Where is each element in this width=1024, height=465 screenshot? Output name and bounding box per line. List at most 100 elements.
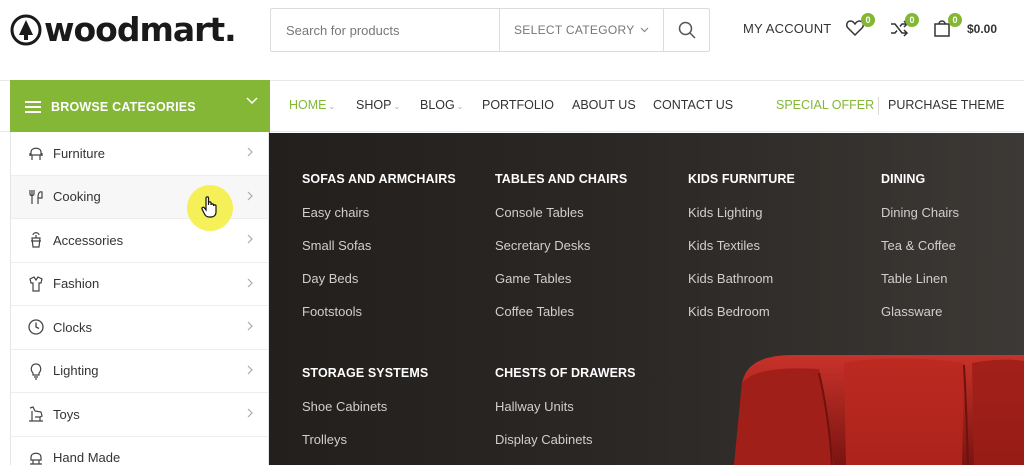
mega-link[interactable]: Trolleys — [302, 433, 428, 446]
search-bar: SELECT CATEGORY — [270, 8, 710, 52]
search-input[interactable] — [271, 9, 499, 51]
category-label: Accessories — [53, 232, 124, 248]
nav-item-label: SHOP — [356, 98, 392, 112]
clock-icon — [28, 319, 44, 335]
category-item-lighting[interactable]: Lighting — [11, 350, 268, 393]
chevron-down-icon: ⌄ — [328, 102, 336, 111]
nav-item-shop[interactable]: SHOP ⌄ — [356, 98, 400, 112]
chair-icon — [29, 147, 43, 161]
nav-item-about-us[interactable]: ABOUT US — [572, 98, 636, 112]
my-account-link[interactable]: MY ACCOUNT — [743, 21, 831, 36]
mega-column-sofas: SOFAS AND ARMCHAIRS Easy chairs Small So… — [302, 172, 456, 318]
mega-link[interactable]: Kids Textiles — [688, 239, 795, 252]
nav-item-label: CONTACT US — [653, 98, 734, 112]
tree-logo-icon — [10, 14, 42, 46]
site-header: woodmart. SELECT CATEGORY MY ACCOUNT 0 0… — [0, 0, 1024, 80]
mega-link[interactable]: Table Linen — [881, 272, 959, 285]
mega-column-title[interactable]: SOFAS AND ARMCHAIRS — [302, 172, 456, 186]
cooking-icon — [29, 189, 43, 204]
mega-link[interactable]: Display Cabinets — [495, 433, 636, 446]
category-item-accessories[interactable]: Accessories — [11, 219, 268, 263]
chevron-down-icon: ⌄ — [456, 102, 464, 111]
fashion-icon — [29, 275, 43, 292]
browse-categories-button[interactable]: BROWSE CATEGORIES — [10, 80, 270, 133]
brand-name: woodmart. — [44, 10, 237, 49]
mega-link[interactable]: Coffee Tables — [495, 305, 627, 318]
nav-item-home[interactable]: HOME ⌄ — [289, 98, 335, 112]
search-icon — [678, 21, 696, 39]
purchase-theme-link[interactable]: PURCHASE THEME — [888, 98, 1004, 112]
mega-link[interactable]: Tea & Coffee — [881, 239, 959, 252]
category-item-hand-made[interactable]: Hand Made — [11, 437, 268, 465]
mega-column-title[interactable]: TABLES AND CHAIRS — [495, 172, 627, 186]
nav-item-portfolio[interactable]: PORTFOLIO — [482, 98, 554, 112]
category-item-toys[interactable]: Toys — [11, 393, 268, 437]
mega-link[interactable]: Easy chairs — [302, 206, 456, 219]
mega-link[interactable]: Console Tables — [495, 206, 627, 219]
chevron-right-icon — [247, 365, 253, 374]
category-label: Clocks — [53, 319, 93, 335]
hamburger-icon — [25, 100, 41, 113]
mega-column-dining: DINING Dining Chairs Tea & Coffee Table … — [881, 172, 959, 318]
chevron-down-icon: ⌄ — [393, 102, 401, 111]
mega-column-kids: KIDS FURNITURE Kids Lighting Kids Textil… — [688, 172, 795, 318]
nav-item-contact-us[interactable]: CONTACT US — [653, 98, 733, 112]
category-label: Furniture — [53, 145, 106, 161]
mega-column-chests: CHESTS OF DRAWERS Hallway Units Display … — [495, 366, 636, 446]
category-select-label: SELECT CATEGORY — [514, 23, 635, 37]
wishlist-count-badge: 0 — [861, 13, 875, 27]
category-label: Toys — [53, 406, 80, 422]
red-sofa-image — [734, 355, 1024, 465]
category-label: Lighting — [53, 363, 99, 379]
mega-link[interactable]: Shoe Cabinets — [302, 400, 428, 413]
nav-item-label: PORTFOLIO — [482, 98, 555, 112]
mega-column-storage: STORAGE SYSTEMS Shoe Cabinets Trolleys — [302, 366, 428, 446]
category-item-fashion[interactable]: Fashion — [11, 263, 268, 306]
chevron-right-icon — [247, 191, 253, 200]
accessories-icon — [31, 232, 41, 248]
chevron-down-icon — [640, 27, 649, 33]
handmade-icon — [30, 452, 42, 465]
special-offer-link[interactable]: SPECIAL OFFER — [776, 98, 874, 112]
cart-total[interactable]: $0.00 — [967, 22, 997, 36]
category-item-furniture[interactable]: Furniture — [11, 132, 268, 176]
mega-column-title[interactable]: DINING — [881, 172, 959, 186]
wishlist-button[interactable]: 0 — [845, 13, 875, 40]
mega-link[interactable]: Game Tables — [495, 272, 627, 285]
chevron-right-icon — [247, 321, 253, 331]
mega-column-tables: TABLES AND CHAIRS Console Tables Secreta… — [495, 172, 627, 318]
lightbulb-icon — [30, 363, 42, 380]
mega-menu-panel: SOFAS AND ARMCHAIRS Easy chairs Small So… — [269, 133, 1024, 465]
chevron-right-icon — [247, 234, 253, 244]
chevron-right-icon — [247, 278, 253, 287]
mega-link[interactable]: Secretary Desks — [495, 239, 627, 252]
mega-link[interactable]: Dining Chairs — [881, 206, 959, 219]
mega-column-title[interactable]: CHESTS OF DRAWERS — [495, 366, 636, 380]
mega-column-title[interactable]: STORAGE SYSTEMS — [302, 366, 428, 380]
category-sidebar: Furniture Cooking Accessories Fashion Cl… — [10, 132, 269, 465]
nav-item-blog[interactable]: BLOG ⌄ — [420, 98, 463, 112]
cart-count-badge: 0 — [948, 13, 962, 27]
chevron-down-icon — [246, 97, 258, 105]
category-item-clocks[interactable]: Clocks — [11, 306, 268, 350]
cart-button[interactable]: 0 — [932, 13, 962, 40]
mega-link[interactable]: Kids Lighting — [688, 206, 795, 219]
mega-column-title[interactable]: KIDS FURNITURE — [688, 172, 795, 186]
browse-categories-label: BROWSE CATEGORIES — [51, 99, 196, 114]
nav-item-label: ABOUT US — [572, 98, 636, 112]
nav-item-label: HOME — [289, 98, 327, 112]
mega-link[interactable]: Kids Bedroom — [688, 305, 795, 318]
compare-button[interactable]: 0 — [889, 13, 919, 40]
hand-pointer-icon — [201, 196, 217, 218]
mega-link[interactable]: Small Sofas — [302, 239, 456, 252]
main-navbar: BROWSE CATEGORIES HOME ⌄ SHOP ⌄ BLOG ⌄ PORT… — [0, 80, 1024, 133]
mega-link[interactable]: Footstools — [302, 305, 456, 318]
site-logo[interactable]: woodmart. — [10, 8, 237, 52]
mega-link[interactable]: Day Beds — [302, 272, 456, 285]
category-select[interactable]: SELECT CATEGORY — [499, 9, 663, 51]
mega-link[interactable]: Glassware — [881, 305, 959, 318]
mega-link[interactable]: Hallway Units — [495, 400, 636, 413]
nav-item-label: BLOG — [420, 98, 455, 112]
mega-link[interactable]: Kids Bathroom — [688, 272, 795, 285]
search-button[interactable] — [663, 9, 709, 51]
